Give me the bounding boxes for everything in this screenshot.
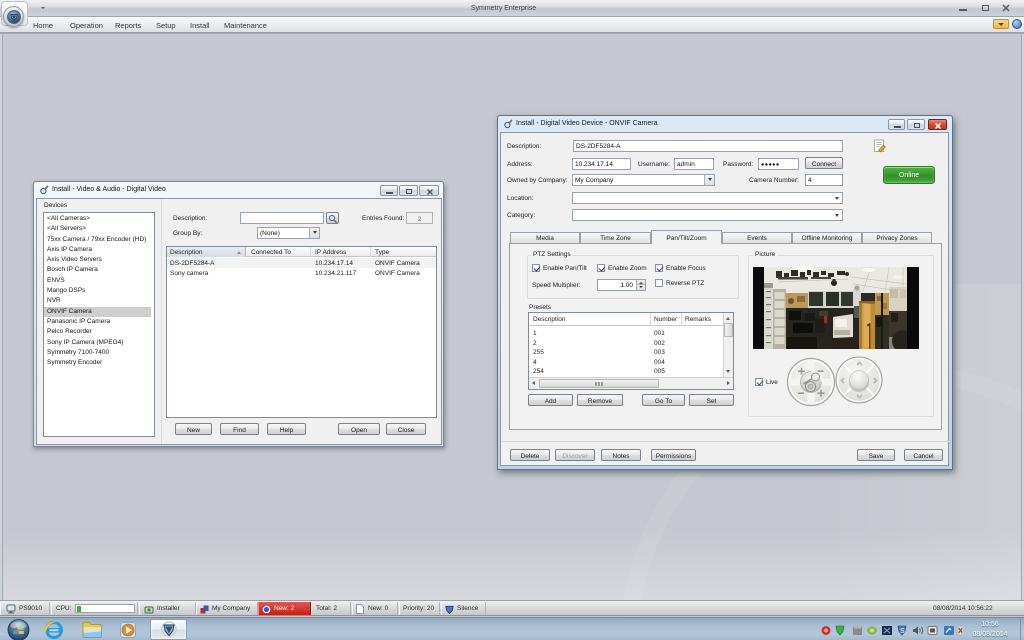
svg-text:S: S (900, 628, 905, 635)
